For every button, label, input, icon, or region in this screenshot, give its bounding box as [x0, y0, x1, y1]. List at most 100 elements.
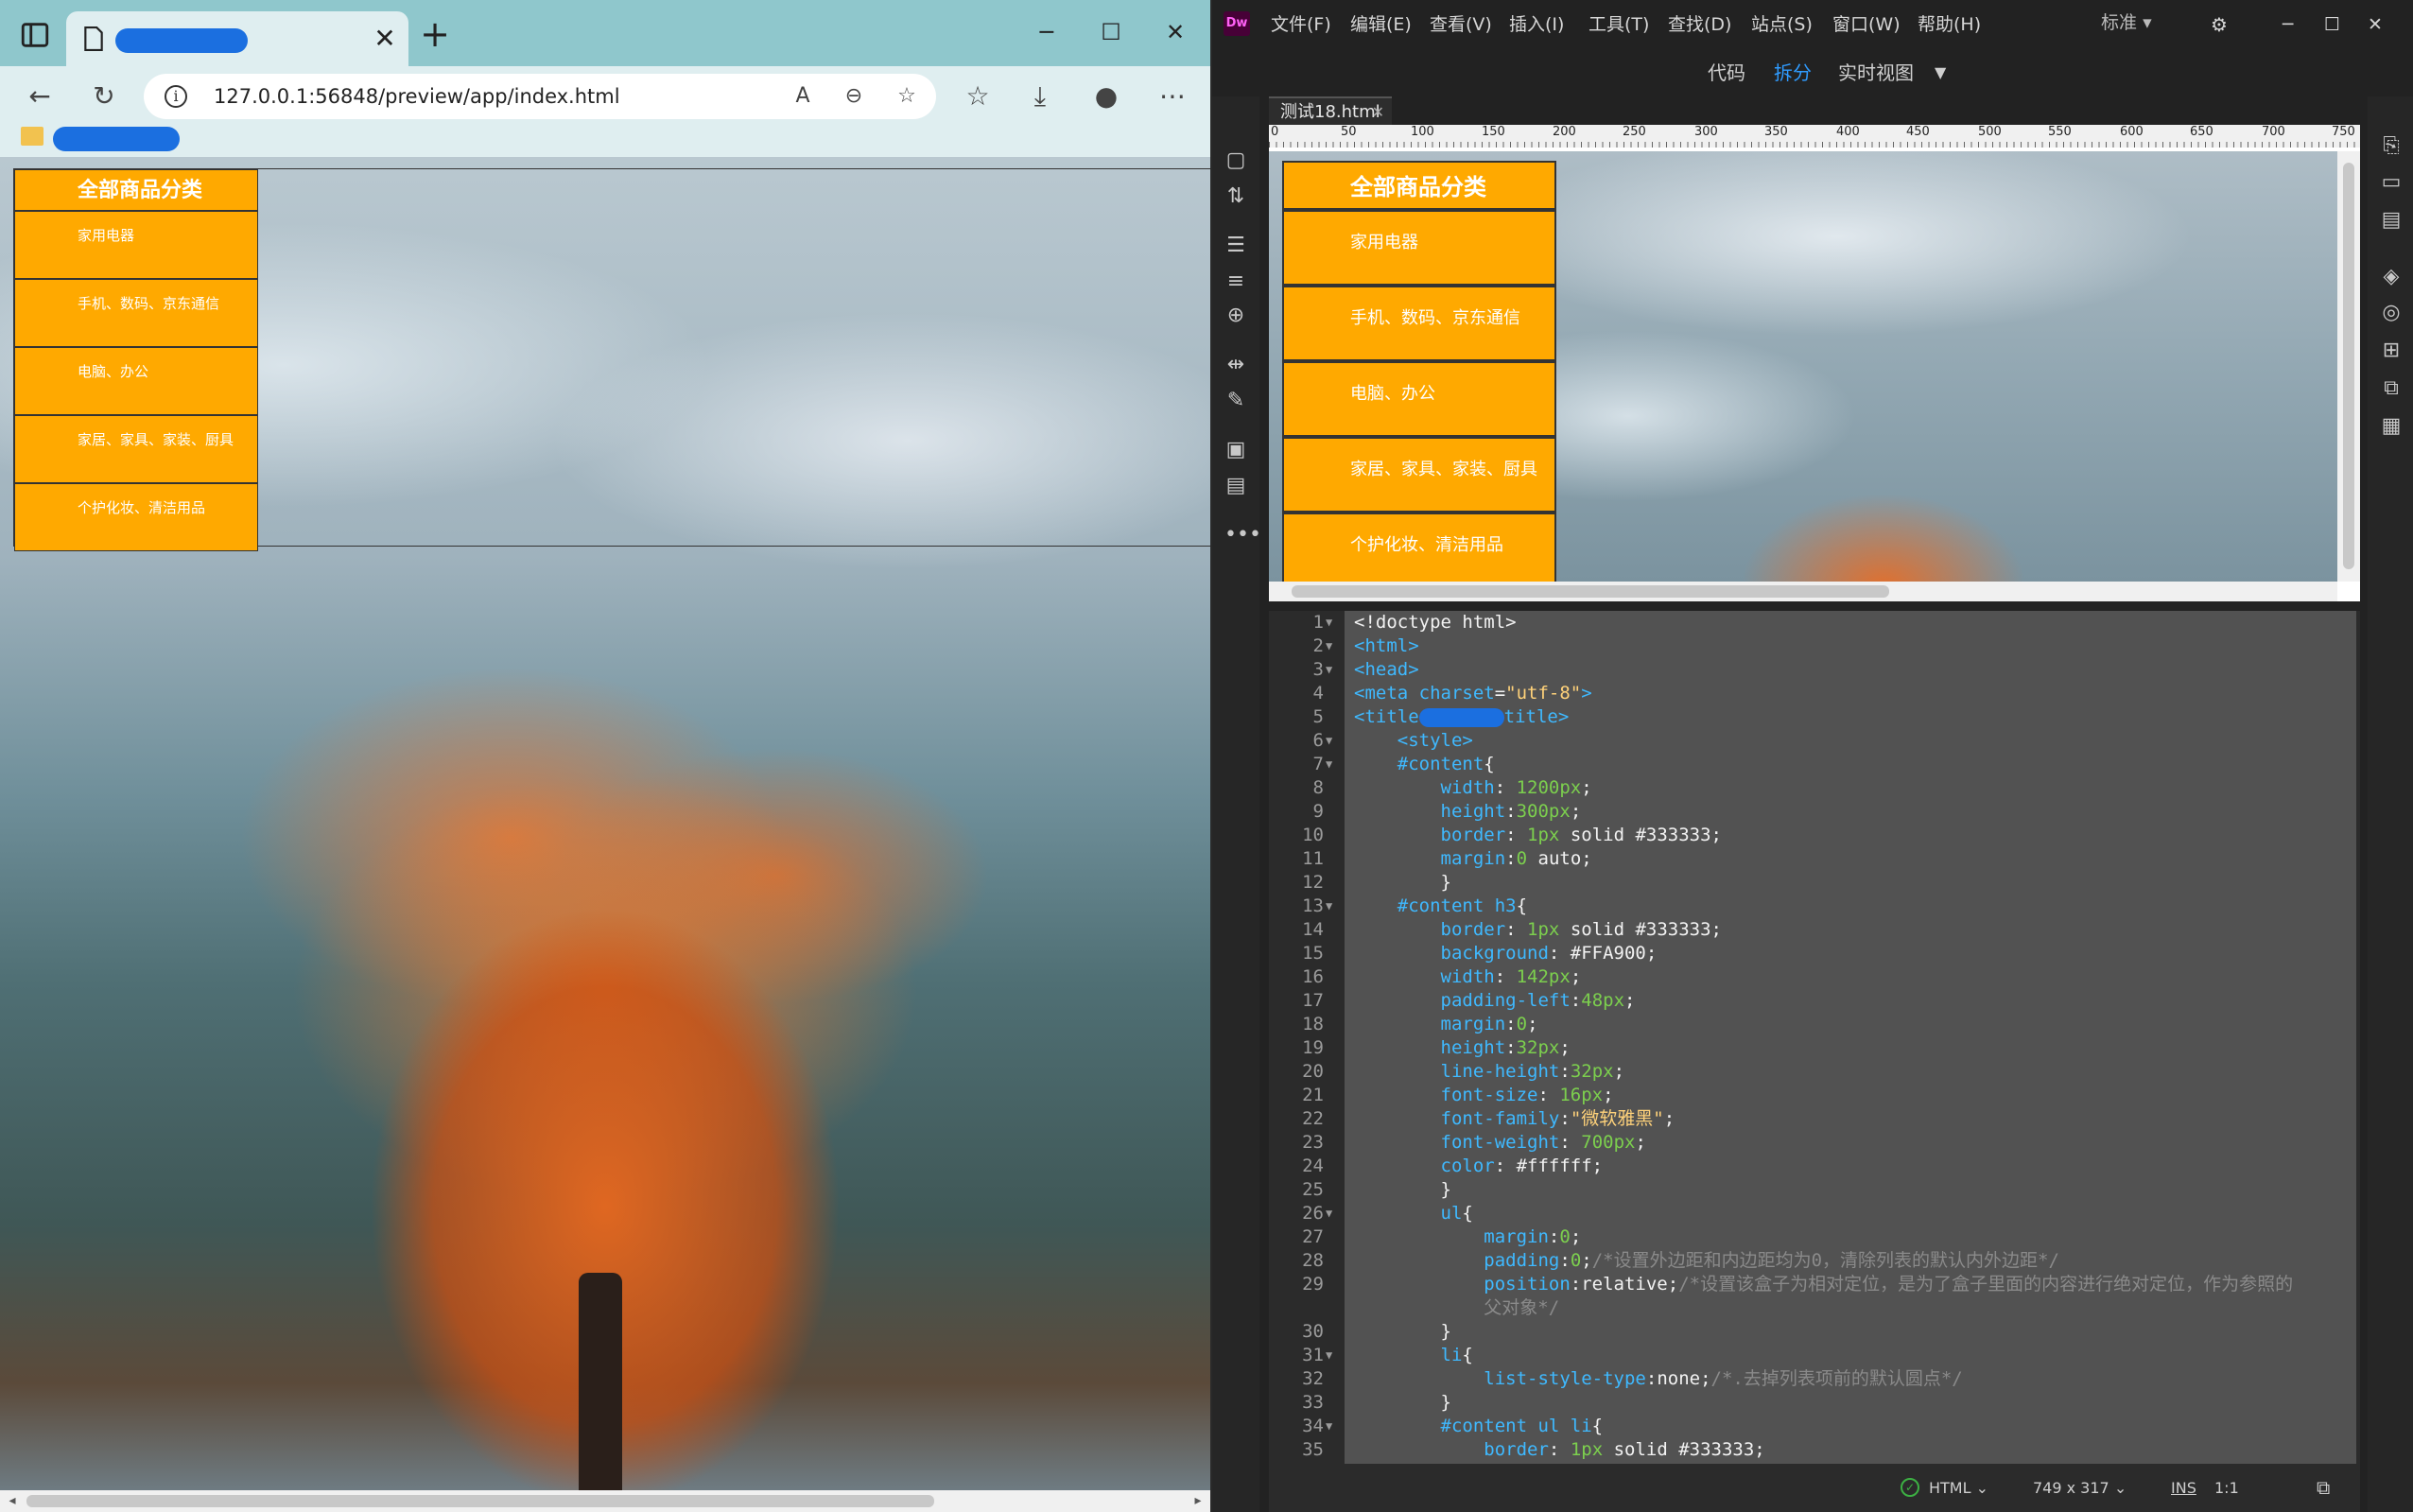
maximize-button[interactable]: ☐ — [1087, 13, 1135, 51]
design-category-item[interactable]: 个护化妆、清洁用品 — [1282, 513, 1556, 588]
scroll-thumb[interactable] — [2343, 163, 2354, 569]
site-info-icon[interactable]: i — [165, 85, 187, 108]
view-split[interactable]: 拆分 — [1774, 49, 1812, 96]
creative-cloud-icon[interactable]: ◎ — [2379, 301, 2404, 325]
insert-panel-icon[interactable]: ◈ — [2379, 265, 2404, 289]
view-live[interactable]: 实时视图 — [1838, 49, 1914, 96]
fold-arrow-icon[interactable]: ▼ — [1326, 658, 1341, 682]
snippet-icon[interactable]: ▤ — [1224, 475, 1247, 497]
assets-panel-icon[interactable]: ▭ — [2379, 170, 2404, 195]
code-line[interactable]: 32 list-style-type:none;/*.去掉列表项前的默认圆点*/ — [1269, 1367, 2360, 1391]
new-tab-button[interactable]: + — [416, 15, 454, 53]
zoom-out-icon[interactable]: ⊖ — [838, 81, 870, 112]
dw-maximize-button[interactable]: ☐ — [2324, 0, 2340, 49]
code-line[interactable]: 11 margin:0 auto; — [1269, 847, 2360, 871]
browser-tab-active[interactable]: ✕ — [66, 11, 408, 66]
sort-icon[interactable]: ⇅ — [1224, 185, 1247, 208]
scroll-thumb[interactable] — [1292, 585, 1889, 598]
menu-view[interactable]: 查看(V) — [1430, 0, 1492, 49]
favorites-icon[interactable]: ☆ — [959, 78, 997, 115]
download-icon[interactable]: ⤓ — [1021, 78, 1059, 115]
code-line[interactable]: 19 height:32px; — [1269, 1036, 2360, 1060]
code-line[interactable]: 33 } — [1269, 1391, 2360, 1415]
scroll-left-icon[interactable]: ◂ — [2, 1490, 23, 1512]
fold-arrow-icon[interactable]: ▼ — [1326, 729, 1341, 753]
back-arrow-icon[interactable]: ← — [21, 78, 59, 115]
target-icon[interactable]: ⊕ — [1224, 304, 1247, 327]
code-line[interactable]: 7 ▼ #content{ — [1269, 753, 2360, 776]
brush-icon[interactable]: ✎ — [1224, 390, 1247, 412]
code-line[interactable]: 34 ▼ #content ul li{ — [1269, 1415, 2360, 1438]
language-selector[interactable]: HTML ⌄ — [1929, 1464, 1988, 1512]
menu-edit[interactable]: 编辑(E) — [1350, 0, 1412, 49]
fold-arrow-icon[interactable]: ▼ — [1326, 1202, 1341, 1225]
code-line[interactable]: 31 ▼ li{ — [1269, 1344, 2360, 1367]
code-line[interactable]: 15 background: #FFA900; — [1269, 942, 2360, 965]
dw-close-button[interactable]: ✕ — [2368, 0, 2383, 49]
view-dropdown-icon[interactable]: ▼ — [1935, 49, 1946, 96]
close-icon[interactable]: ✕ — [1372, 98, 1384, 127]
redacted-bookmark[interactable] — [53, 127, 180, 151]
menu-insert[interactable]: 插入(I) — [1509, 0, 1564, 49]
fold-arrow-icon[interactable]: ▼ — [1326, 1415, 1341, 1438]
fold-arrow-icon[interactable]: ▼ — [1326, 895, 1341, 918]
category-item[interactable]: 家用电器 — [14, 211, 258, 279]
code-line[interactable]: 35 border: 1px solid #333333; — [1269, 1438, 2360, 1462]
fold-arrow-icon[interactable]: ▼ — [1326, 634, 1341, 658]
category-item[interactable]: 手机、数码、京东通信 — [14, 279, 258, 347]
files-panel-icon[interactable]: ⎘ — [2379, 134, 2404, 159]
code-line[interactable]: 21 font-size: 16px; — [1269, 1084, 2360, 1107]
snippets-panel-icon[interactable]: ▤ — [2379, 208, 2404, 233]
menu-find[interactable]: 查找(D) — [1668, 0, 1731, 49]
code-line[interactable]: 16 width: 142px; — [1269, 965, 2360, 989]
dw-minimize-button[interactable]: ─ — [2283, 0, 2293, 49]
expand-icon[interactable]: ⇹ — [1224, 354, 1247, 376]
read-aloud-icon[interactable]: A — [787, 81, 819, 112]
code-line[interactable]: 17 padding-left:48px; — [1269, 989, 2360, 1013]
category-item[interactable]: 电脑、办公 — [14, 347, 258, 415]
code-line[interactable]: 5 <title title> — [1269, 705, 2360, 729]
menu-help[interactable]: 帮助(H) — [1918, 0, 1981, 49]
css-designer-icon[interactable]: ⧉ — [2379, 376, 2404, 401]
address-bar[interactable]: i 127.0.0.1:56848/preview/app/index.html… — [144, 74, 936, 119]
menu-tools[interactable]: 工具(T) — [1588, 0, 1649, 49]
sync-settings-icon[interactable]: ⚙ — [2211, 0, 2228, 49]
fold-arrow-icon[interactable]: ▼ — [1326, 611, 1341, 634]
design-horizontal-scrollbar[interactable] — [1269, 582, 2337, 601]
menu-site[interactable]: 站点(S) — [1751, 0, 1813, 49]
code-line[interactable]: 28 padding:0;/*设置外边距和内边距均为0，清除列表的默认内外边距*… — [1269, 1249, 2360, 1273]
code-line[interactable]: 13 ▼ #content h3{ — [1269, 895, 2360, 918]
code-line[interactable]: 27 margin:0; — [1269, 1225, 2360, 1249]
comment-icon[interactable]: ▣ — [1224, 439, 1247, 461]
document-tab[interactable]: 测试18.html ✕ — [1269, 96, 1392, 127]
code-line[interactable]: 9 height:300px; — [1269, 800, 2360, 824]
menu-window[interactable]: 窗口(W) — [1832, 0, 1901, 49]
code-line[interactable]: 4 <meta charset="utf-8"> — [1269, 682, 2360, 705]
category-item[interactable]: 家居、家具、家装、厨具 — [14, 415, 258, 483]
code-line[interactable]: 18 margin:0; — [1269, 1013, 2360, 1036]
code-line[interactable]: 14 border: 1px solid #333333; — [1269, 918, 2360, 942]
code-line[interactable]: 22 font-family:"微软雅黑"; — [1269, 1107, 2360, 1131]
code-line[interactable]: 25 } — [1269, 1178, 2360, 1202]
code-line[interactable]: 30 } — [1269, 1320, 2360, 1344]
properties-panel-icon[interactable]: ▦ — [2379, 414, 2404, 439]
design-category-item[interactable]: 手机、数码、京东通信 — [1282, 286, 1556, 361]
scroll-thumb[interactable] — [26, 1495, 934, 1507]
scroll-right-icon[interactable]: ▸ — [1188, 1490, 1208, 1512]
code-line[interactable]: 29 position:relative;/*设置该盒子为相对定位，是为了盒子里… — [1269, 1273, 2360, 1296]
format-icon[interactable]: ☰ — [1224, 235, 1247, 257]
view-code[interactable]: 代码 — [1708, 49, 1745, 96]
design-category-item[interactable]: 家用电器 — [1282, 210, 1556, 286]
code-editor[interactable]: 1 ▼ <!doctype html> 2 ▼ <html> 3 ▼ <head> 4 <meta … — [1269, 611, 2360, 1464]
category-item[interactable]: 个护化妆、清洁用品 — [14, 483, 258, 551]
tab-actions-icon[interactable] — [19, 19, 51, 51]
code-line[interactable]: 12 } — [1269, 871, 2360, 895]
code-line[interactable]: 26 ▼ ul{ — [1269, 1202, 2360, 1225]
insert-mode[interactable]: INS — [2171, 1464, 2196, 1512]
tab-close-icon[interactable]: ✕ — [369, 23, 401, 55]
minimize-button[interactable]: ─ — [1023, 13, 1070, 51]
window-size-selector[interactable]: 749 x 317 ⌄ — [2033, 1464, 2127, 1512]
add-favorite-icon[interactable]: ☆ — [891, 81, 923, 112]
indent-icon[interactable]: ≡ — [1224, 270, 1247, 293]
fold-arrow-icon[interactable]: ▼ — [1326, 753, 1341, 776]
